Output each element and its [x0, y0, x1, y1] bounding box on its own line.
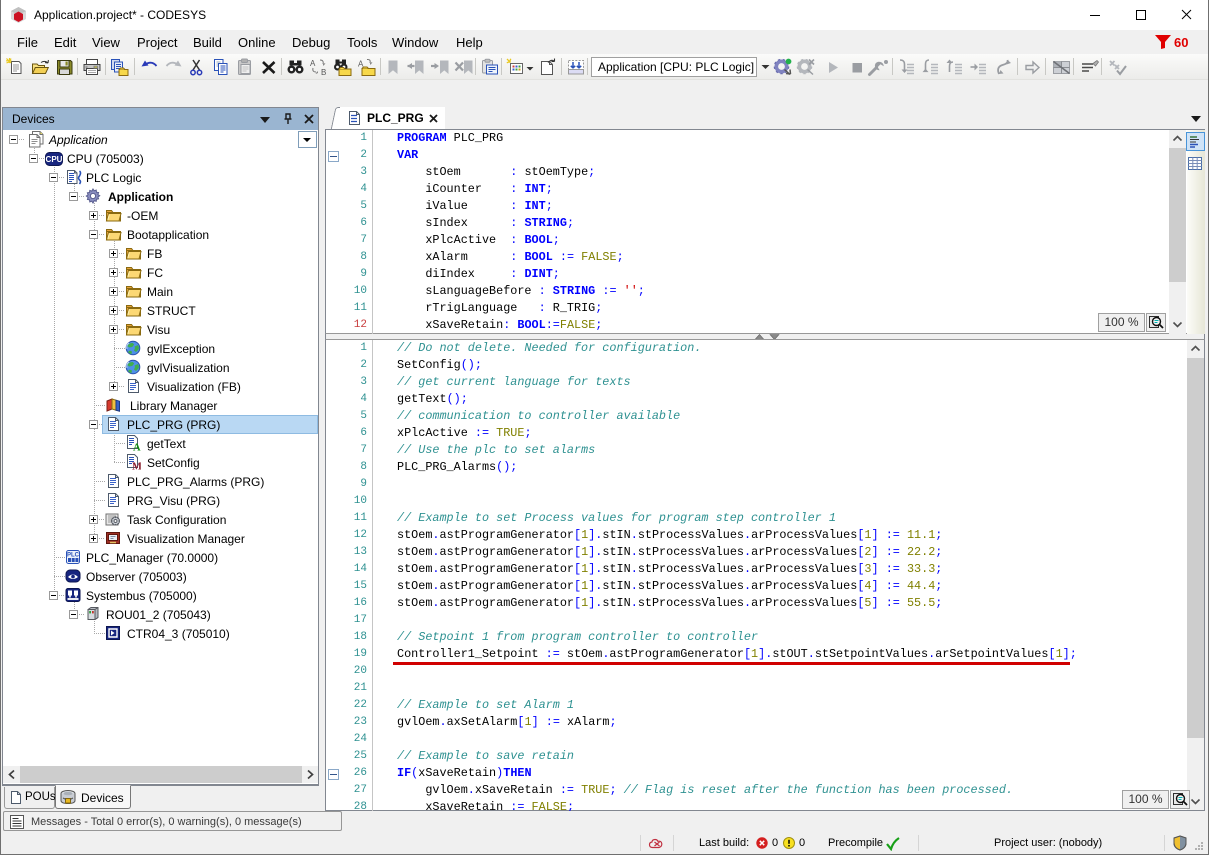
svg-text:M: M: [132, 462, 141, 471]
svg-text:B: B: [321, 68, 326, 77]
svg-text:CPU: CPU: [46, 155, 63, 164]
svg-text:PLC: PLC: [67, 553, 80, 559]
svg-text:A: A: [133, 443, 141, 452]
svg-text:A: A: [310, 59, 316, 68]
